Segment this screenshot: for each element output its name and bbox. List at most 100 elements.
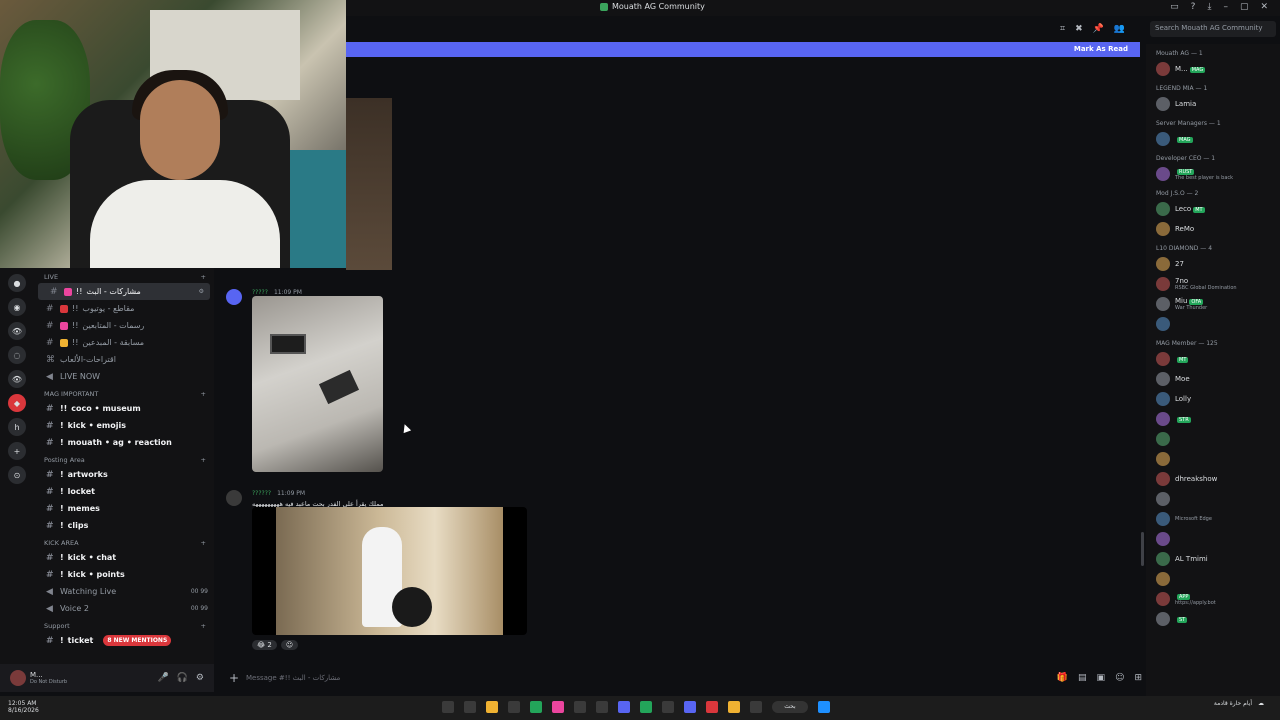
member-item[interactable]	[1146, 489, 1280, 509]
member-item[interactable]: Microsoft Edge	[1146, 509, 1280, 529]
avatar[interactable]	[1156, 222, 1170, 236]
mute-icon[interactable]: ✖	[1075, 24, 1083, 34]
gift-icon[interactable]: 🎁	[1057, 673, 1068, 683]
member-item[interactable]: RUST The best player is back	[1146, 164, 1280, 184]
avatar[interactable]	[1156, 257, 1170, 271]
message-attachment-image[interactable]	[252, 296, 383, 472]
taskbar-app-icon[interactable]	[464, 701, 476, 713]
avatar[interactable]	[1156, 372, 1170, 386]
new-messages-bar[interactable]: Mark As Read	[346, 42, 1140, 57]
apps-icon[interactable]: ⊞	[1134, 673, 1142, 683]
member-item[interactable]: APP https://apply.bot	[1146, 589, 1280, 609]
members-icon[interactable]: 👥	[1114, 24, 1125, 34]
category-kick[interactable]: KICK AREA +	[34, 534, 214, 549]
pin-icon[interactable]: 📌	[1093, 24, 1104, 34]
taskbar-app-icon[interactable]	[750, 701, 762, 713]
channel-item[interactable]: #! mouath • ag • reaction	[34, 434, 214, 451]
channel-item[interactable]: #! kick • emojis	[34, 417, 214, 434]
avatar[interactable]	[1156, 317, 1170, 331]
avatar[interactable]	[1156, 572, 1170, 586]
member-item[interactable]: AL Tmimi	[1146, 549, 1280, 569]
channel-item[interactable]: #!! مسابقة - المبدعين	[34, 334, 214, 351]
mark-as-read-button[interactable]: Mark As Read	[1074, 45, 1128, 53]
message-input[interactable]: Message #!! مشاركات - البث	[246, 674, 340, 682]
member-item[interactable]: ReMo	[1146, 219, 1280, 239]
category-support[interactable]: Support +	[34, 617, 214, 632]
taskbar-app-icon[interactable]	[530, 701, 542, 713]
avatar[interactable]	[1156, 97, 1170, 111]
avatar[interactable]	[1156, 472, 1170, 486]
member-item[interactable]: Moe	[1146, 369, 1280, 389]
avatar[interactable]	[1156, 62, 1170, 76]
download-icon[interactable]: ⤓	[1207, 2, 1211, 12]
taskbar-app-icon[interactable]	[618, 701, 630, 713]
server-icon[interactable]: ◉	[8, 298, 26, 316]
server-icon[interactable]: h	[8, 418, 26, 436]
taskbar-app-icon[interactable]	[596, 701, 608, 713]
microphone-icon[interactable]: 🎤	[157, 673, 168, 683]
discover-icon[interactable]: ⊙	[8, 466, 26, 484]
add-channel-icon[interactable]: +	[201, 390, 206, 398]
threads-icon[interactable]: ⌗	[1060, 24, 1065, 34]
member-item[interactable]: MT	[1146, 349, 1280, 369]
taskbar-app-icon[interactable]	[486, 701, 498, 713]
member-item[interactable]	[1146, 569, 1280, 589]
taskbar-app-icon[interactable]	[662, 701, 674, 713]
sticker-icon[interactable]: ▣	[1097, 673, 1106, 683]
avatar[interactable]	[1156, 612, 1170, 626]
folder-taskbar-icon[interactable]	[728, 701, 740, 713]
taskbar-search[interactable]: بحث	[772, 701, 808, 713]
inbox-icon[interactable]: ▭	[1170, 2, 1179, 12]
member-item[interactable]: Lamia	[1146, 94, 1280, 114]
member-item[interactable]	[1146, 314, 1280, 334]
avatar[interactable]	[1156, 167, 1170, 181]
minimize-button[interactable]: –	[1223, 2, 1228, 12]
headphones-icon[interactable]: 🎧	[177, 673, 188, 683]
taskbar-app-icon[interactable]	[640, 701, 652, 713]
member-item[interactable]	[1146, 449, 1280, 469]
windows-start-icon[interactable]	[818, 701, 830, 713]
taskbar-app-icon[interactable]	[552, 701, 564, 713]
chrome-taskbar-icon[interactable]	[706, 701, 718, 713]
category-live[interactable]: LIVE +	[34, 268, 214, 283]
avatar[interactable]	[1156, 592, 1170, 606]
clock[interactable]: 12:05 AM 8/16/2026	[8, 700, 39, 714]
taskbar-app-icon[interactable]	[574, 701, 586, 713]
member-item[interactable]: 27	[1146, 254, 1280, 274]
close-button[interactable]: ✕	[1260, 2, 1268, 12]
category-important[interactable]: MAG IMPORTANT +	[34, 385, 214, 400]
gif-icon[interactable]: ▤	[1078, 673, 1087, 683]
channel-item[interactable]: #! memes	[34, 500, 214, 517]
add-channel-icon[interactable]: +	[201, 456, 206, 464]
add-channel-icon[interactable]: +	[201, 273, 206, 281]
add-reaction-button[interactable]: ☺	[280, 640, 299, 650]
maximize-button[interactable]: ▢	[1240, 2, 1249, 12]
member-item[interactable]: M... MAG	[1146, 59, 1280, 79]
channel-item[interactable]: ⌘ اقتراحات-الألعاب	[34, 351, 214, 368]
server-icon[interactable]: 👁	[8, 370, 26, 388]
channel-item[interactable]: #! locket	[34, 483, 214, 500]
message-attachment-image[interactable]	[346, 98, 392, 270]
channel-item[interactable]: #! artworks	[34, 466, 214, 483]
channel-item[interactable]: #!! coco • museum	[34, 400, 214, 417]
avatar[interactable]	[1156, 412, 1170, 426]
member-item[interactable]	[1146, 429, 1280, 449]
avatar[interactable]	[1156, 452, 1170, 466]
member-item[interactable]	[1146, 529, 1280, 549]
avatar[interactable]	[1156, 277, 1170, 291]
category-posting[interactable]: Posting Area +	[34, 451, 214, 466]
channel-item[interactable]: #!! مقاطع - يوتيوب	[34, 300, 214, 317]
member-item[interactable]: Leco MT	[1146, 199, 1280, 219]
server-icon[interactable]: 👁	[8, 322, 26, 340]
chat-scrollbar[interactable]	[1141, 532, 1144, 566]
message-composer[interactable]: + Message #!! مشاركات - البث 🎁 ▤ ▣ ☺ ⊞	[222, 668, 1142, 688]
taskbar-app-icon[interactable]	[442, 701, 454, 713]
user-info[interactable]: M... Do Not Disturb	[30, 671, 67, 685]
help-icon[interactable]: ?	[1191, 2, 1196, 12]
member-item[interactable]: Lolly	[1146, 389, 1280, 409]
voice-channel-item[interactable]: ◀ Voice 2 00 99	[34, 600, 214, 617]
message-author[interactable]: ????? 11:09 PM	[252, 289, 302, 296]
avatar[interactable]	[1156, 512, 1170, 526]
channel-item[interactable]: #!! رسمات - المتابعين	[34, 317, 214, 334]
voice-channel-item[interactable]: ◀ Watching Live 00 99	[34, 583, 214, 600]
